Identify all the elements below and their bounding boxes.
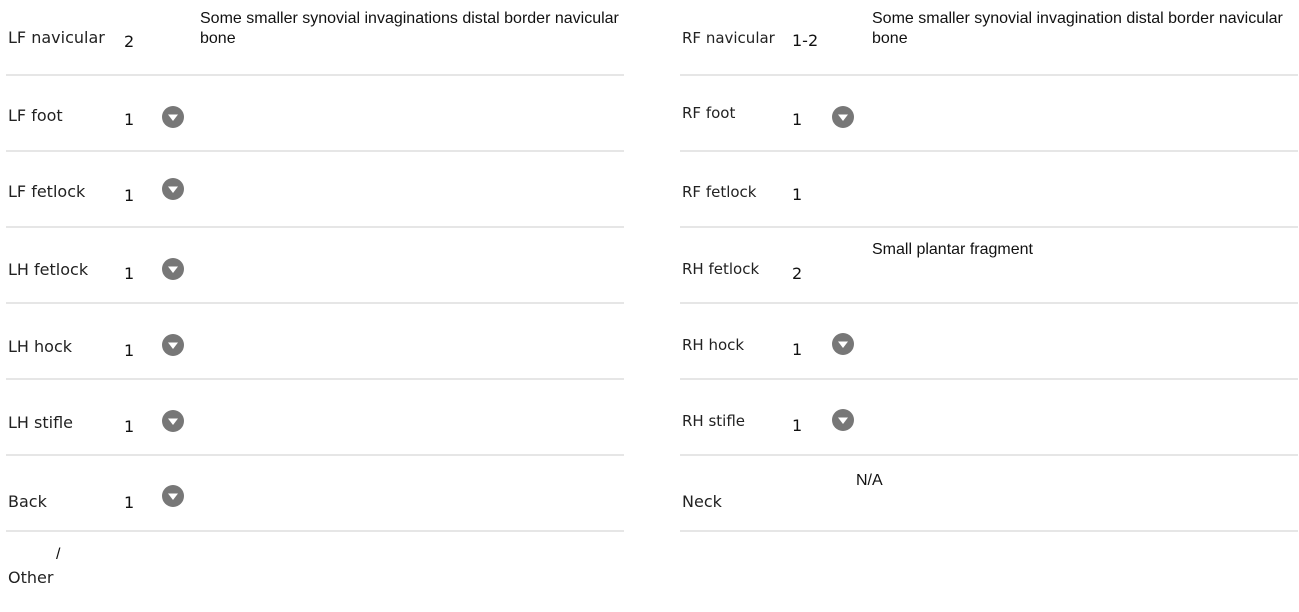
row-grade: 1 [792,185,803,204]
row-label: Neck [682,492,722,511]
row-grade: 2 [124,32,135,51]
row-grade: 1-2 [792,31,819,50]
chevron-down-icon[interactable] [162,334,184,356]
row-grade: 1 [124,493,135,512]
row-lf-navicular: LF navicular 2 Some smaller synovial inv… [6,0,624,76]
row-label: Back [8,492,47,511]
chevron-down-icon[interactable] [162,178,184,200]
row-comment: Small plantar fragment [872,241,1033,258]
row-comment: Some smaller synovial invagination dista… [872,10,1283,47]
row-label: LH fetlock [8,260,89,279]
row-rh-fetlock: RH fetlock 2 Small plantar fragment [680,228,1298,304]
row-grade: 1 [792,340,803,359]
row-rh-stifle: RH stifle 1 [680,380,1298,456]
row-label: LH stifle [8,413,74,432]
row-grade: 1 [792,110,803,129]
row-lh-fetlock: LH fetlock 1 [6,228,624,304]
row-lh-stifle: LH stifle 1 [6,380,624,456]
row-lf-fetlock: LF fetlock 1 [6,152,624,228]
row-neck: Neck N/A [680,456,1298,532]
row-back: Back 1 [6,456,624,532]
chevron-down-icon[interactable] [832,106,854,128]
row-grade: 1 [124,264,135,283]
row-comment: Some smaller synovial invaginations dist… [200,10,619,47]
row-label: LF foot [8,106,63,125]
row-grade: 1 [124,417,135,436]
chevron-down-icon[interactable] [162,410,184,432]
row-label: RF navicular [682,29,775,47]
row-comment: N/A [856,472,883,489]
row-label: RF foot [682,104,736,122]
row-grade: 2 [792,264,803,283]
chevron-down-icon[interactable] [832,333,854,355]
row-grade: 1 [792,416,803,435]
row-lf-foot: LF foot 1 [6,76,624,152]
chevron-down-icon[interactable] [162,485,184,507]
row-grade: 1 [124,186,135,205]
chevron-down-icon[interactable] [832,409,854,431]
row-label: LH hock [8,337,73,356]
row-label: RF fetlock [682,183,757,201]
row-label: RH stifle [682,412,746,430]
other-value: / [56,546,61,563]
row-lh-hock: LH hock 1 [6,304,624,380]
row-label: RH fetlock [682,260,760,278]
row-rf-navicular: RF navicular 1-2 Some smaller synovial i… [680,0,1298,76]
row-label: LF navicular [8,28,105,47]
row-label: RH hock [682,336,745,354]
chevron-down-icon[interactable] [162,106,184,128]
row-label: LF fetlock [8,182,86,201]
row-rf-fetlock: RF fetlock 1 [680,152,1298,228]
row-other: Other / [6,542,306,612]
row-rf-foot: RF foot 1 [680,76,1298,152]
row-grade: 1 [124,110,135,129]
row-label: Other [8,568,54,587]
row-rh-hock: RH hock 1 [680,304,1298,380]
chevron-down-icon[interactable] [162,258,184,280]
row-grade: 1 [124,341,135,360]
